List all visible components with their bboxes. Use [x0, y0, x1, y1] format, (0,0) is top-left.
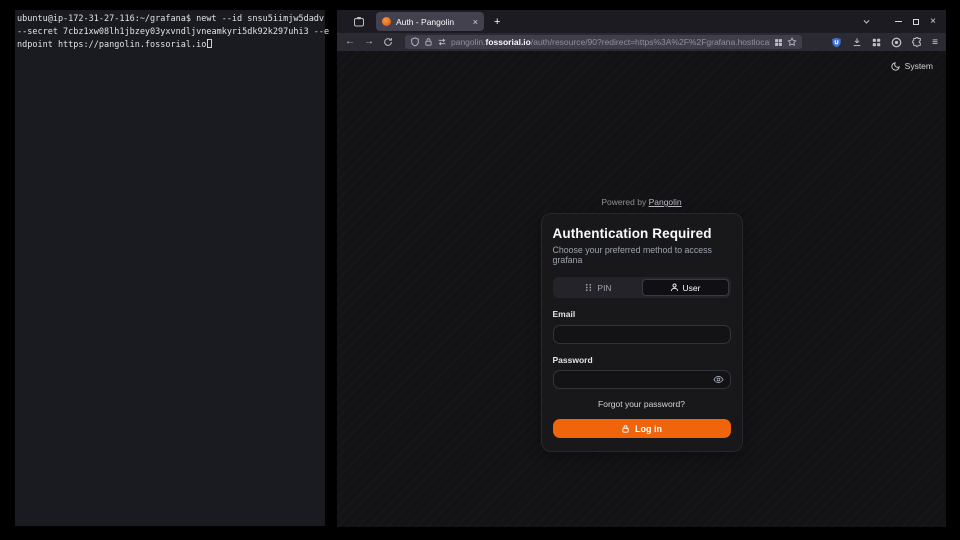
new-tab-button[interactable]: +	[494, 16, 500, 28]
permissions-swap-icon[interactable]	[437, 37, 447, 47]
window-controls: ×	[895, 17, 936, 27]
url-bar[interactable]: pangolin.fossorial.io/auth/resource/90?r…	[405, 35, 802, 49]
terminal-line: --secret 7cbz1xw08lh1jbzey03yxvndljvneam…	[17, 27, 329, 37]
terminal-output: ubuntu@ip-172-31-27-116:~/grafana$ newt …	[17, 13, 323, 52]
password-input[interactable]	[553, 370, 731, 389]
url-subdomain: pangolin.	[451, 37, 486, 47]
pangolin-favicon-icon	[382, 17, 391, 26]
email-row	[553, 324, 731, 344]
firefox-view-icon[interactable]	[353, 16, 365, 28]
password-row	[553, 370, 731, 390]
minimize-button[interactable]	[895, 21, 902, 22]
list-all-tabs-chevron-icon[interactable]	[862, 17, 871, 26]
back-button[interactable]: ←	[345, 37, 355, 47]
tab-pin[interactable]: PIN	[555, 279, 642, 296]
auth-method-tabs: PIN User	[553, 277, 731, 298]
auth-column: Powered by Pangolin Authentication Requi…	[337, 51, 946, 452]
maximize-button[interactable]	[913, 19, 919, 25]
login-button-label: Log in	[635, 424, 662, 434]
email-input[interactable]	[553, 325, 731, 344]
auth-card: Authentication Required Choose your pref…	[541, 213, 743, 452]
terminal-window[interactable]: ubuntu@ip-172-31-27-116:~/grafana$ newt …	[15, 10, 325, 526]
reload-icon[interactable]	[383, 37, 393, 47]
powered-by-text: Powered by	[601, 197, 646, 207]
tab-close-icon[interactable]: ×	[473, 17, 478, 27]
desktop: ubuntu@ip-172-31-27-116:~/grafana$ newt …	[0, 0, 960, 540]
terminal-cursor	[207, 39, 212, 48]
tab-user[interactable]: User	[642, 279, 729, 296]
browser-tab-auth-pangolin[interactable]: Auth - Pangolin ×	[376, 12, 484, 31]
circle-extension-icon[interactable]	[891, 37, 902, 48]
grid-extension-icon[interactable]	[872, 38, 881, 47]
pin-keypad-icon	[584, 283, 593, 292]
url-text: pangolin.fossorial.io/auth/resource/90?r…	[451, 37, 770, 47]
email-label: Email	[553, 309, 731, 319]
show-password-eye-icon[interactable]	[713, 374, 724, 385]
download-icon[interactable]	[852, 37, 862, 47]
extensions-puzzle-icon[interactable]	[912, 37, 922, 47]
card-title: Authentication Required	[553, 226, 731, 241]
tab-user-label: User	[683, 283, 701, 293]
tracking-shield-icon[interactable]	[410, 37, 420, 47]
user-icon	[670, 283, 679, 292]
powered-by: Powered by Pangolin	[337, 197, 946, 207]
shield-extension-icon[interactable]	[831, 37, 842, 48]
browser-window: Auth - Pangolin × + × ← →	[337, 10, 946, 527]
url-path: /auth/resource/90?redirect=https%3A%2F%2…	[531, 37, 770, 47]
card-subtitle: Choose your preferred method to access g…	[553, 245, 731, 265]
terminal-line: ubuntu@ip-172-31-27-116:~/grafana$ newt …	[17, 14, 324, 24]
bookmark-star-icon[interactable]	[787, 37, 797, 47]
forward-button[interactable]: →	[364, 37, 374, 47]
forgot-password-link[interactable]: Forgot your password?	[553, 399, 731, 409]
password-label: Password	[553, 355, 731, 365]
tab-title: Auth - Pangolin	[396, 17, 468, 27]
login-lock-icon	[621, 424, 630, 434]
lock-icon[interactable]	[424, 37, 433, 47]
terminal-line: ndpoint https://pangolin.fossorial.io	[17, 40, 206, 50]
urlbar-grid-icon[interactable]	[774, 38, 783, 47]
pangolin-link[interactable]: Pangolin	[649, 197, 682, 207]
window-close-button[interactable]: ×	[930, 17, 936, 27]
menu-hamburger-icon[interactable]: ≡	[932, 37, 938, 48]
auth-page: System Powered by Pangolin Authenticatio…	[337, 51, 946, 527]
toolbar-extension-icons: ≡	[831, 37, 938, 48]
tab-pin-label: PIN	[597, 283, 611, 293]
tab-bar: Auth - Pangolin × + ×	[337, 10, 946, 33]
url-domain: fossorial.io	[486, 37, 531, 47]
login-button[interactable]: Log in	[553, 419, 731, 438]
navigation-bar: ← → pangolin.fossorial.io/auth/resource/…	[337, 33, 946, 51]
